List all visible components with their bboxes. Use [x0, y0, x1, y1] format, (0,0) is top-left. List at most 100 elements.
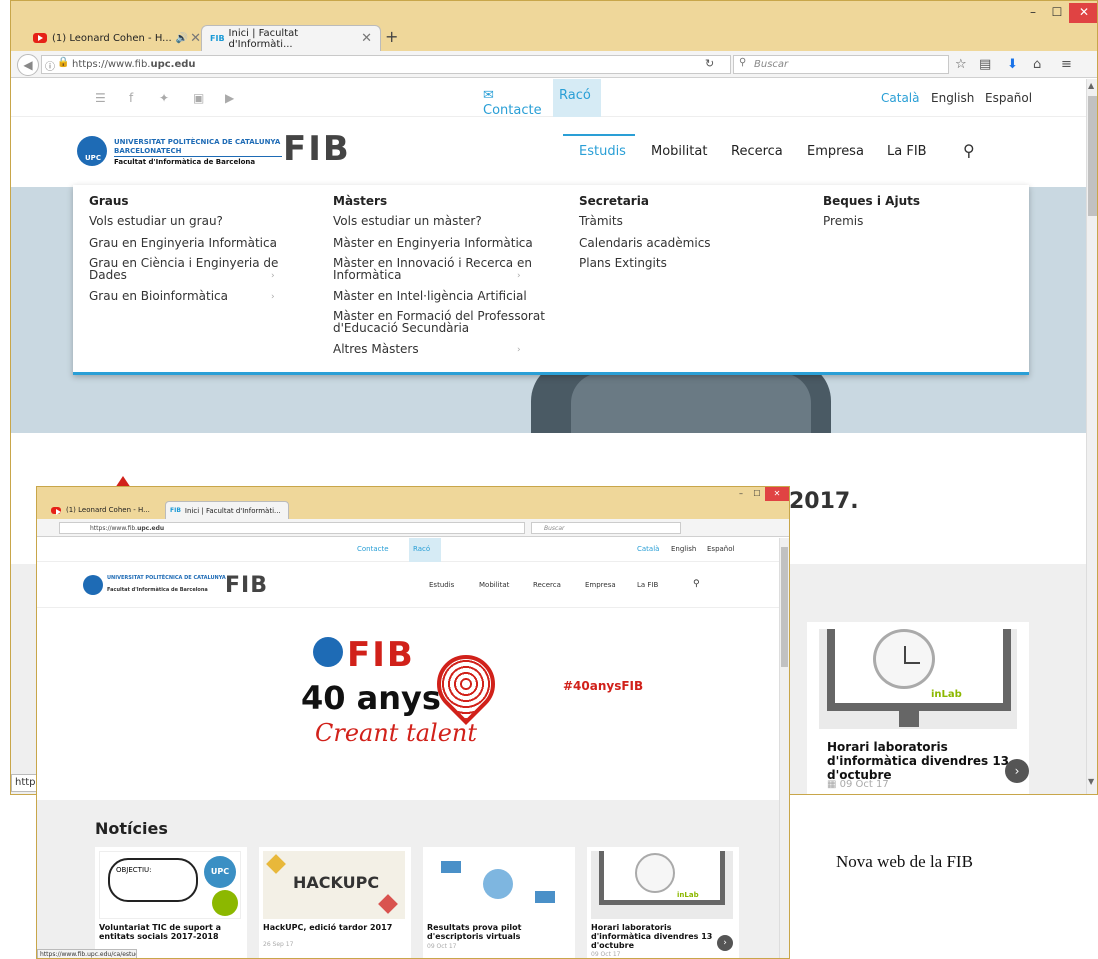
dd-item[interactable]: Màster en Enginyeria Informàtica: [333, 237, 533, 249]
clipboard-icon[interactable]: ▤: [979, 57, 991, 72]
lang-espanol[interactable]: Español: [985, 91, 1032, 105]
instagram-icon[interactable]: ▣: [193, 91, 204, 105]
news-card[interactable]: OBJECTIU: UPC Voluntariat TIC de suport …: [95, 847, 247, 958]
nav-la-fib[interactable]: La FIB: [637, 581, 658, 589]
hackupc-logo: HACKUPC: [293, 873, 380, 892]
dd-item[interactable]: Premis: [823, 215, 863, 227]
dd-item[interactable]: Tràmits: [579, 215, 623, 227]
dd-item[interactable]: Altres Màsters: [333, 343, 419, 355]
dd-item-cont[interactable]: d'Educació Secundària: [333, 322, 469, 334]
upc-name: UNIVERSITAT POLITÈCNICA DE CATALUNYA: [114, 138, 281, 146]
upc-logo[interactable]: [83, 575, 103, 595]
search-input[interactable]: Buscar: [733, 55, 949, 74]
dd-item[interactable]: Grau en Bioinformàtica: [89, 290, 228, 302]
search-icon[interactable]: ⚲: [963, 141, 975, 160]
chevron-up-icon[interactable]: ▲: [1088, 81, 1094, 90]
upc-logo[interactable]: UPC: [77, 136, 107, 166]
download-icon[interactable]: ⬇: [1007, 57, 1018, 72]
news-title[interactable]: Horari laboratoris d'informàtica divendr…: [591, 923, 731, 950]
contacte-link[interactable]: Contacte: [357, 545, 389, 553]
nav-la-fib[interactable]: La FIB: [887, 144, 927, 159]
hashtag: #40anysFIB: [563, 679, 644, 693]
nav-recerca[interactable]: Recerca: [533, 581, 561, 589]
tab-fib[interactable]: FIB Inici | Facultat d'Informàti... ✕: [201, 25, 381, 51]
dd-item-cont[interactable]: Dades: [89, 269, 127, 281]
scrollbar-thumb[interactable]: [1088, 96, 1097, 216]
close-icon[interactable]: ✕: [361, 31, 372, 46]
chevron-right-icon[interactable]: ›: [717, 935, 733, 951]
upc-badge: UPC: [204, 856, 236, 888]
new-tab-button[interactable]: +: [385, 27, 398, 46]
url-bar[interactable]: https://www.fib.upc.edu: [41, 55, 731, 74]
fib-logo[interactable]: FIB: [225, 573, 268, 598]
search-icon[interactable]: ⚲: [693, 579, 700, 589]
tab-youtube[interactable]: (1) Leonard Cohen - H...: [47, 501, 167, 519]
raco-link[interactable]: Racó: [553, 79, 601, 117]
news-date: 09 Oct 17: [591, 951, 621, 958]
news-image: [427, 851, 569, 919]
dd-item[interactable]: Vols estudiar un màster?: [333, 215, 482, 227]
maximize-button[interactable]: ☐: [1045, 3, 1069, 23]
window-close-button[interactable]: ✕: [1069, 3, 1097, 23]
chevron-down-icon[interactable]: ▼: [1088, 777, 1094, 786]
maximize-button[interactable]: ☐: [749, 487, 765, 501]
news-card[interactable]: Resultats prova pilot d'escriptoris virt…: [423, 847, 575, 958]
back-button[interactable]: ◀: [17, 54, 39, 76]
menu-icon[interactable]: ≡: [1061, 57, 1072, 72]
news-title[interactable]: Voluntariat TIC de suport a entitats soc…: [99, 923, 239, 941]
home-icon[interactable]: ⌂: [1033, 57, 1041, 72]
nav-estudis[interactable]: Estudis: [429, 581, 454, 589]
star-icon[interactable]: ☆: [955, 57, 967, 72]
chevron-right-icon: ›: [517, 345, 521, 355]
minimize-button[interactable]: –: [733, 487, 749, 501]
dd-item[interactable]: Màster en Intel·ligència Artificial: [333, 290, 527, 302]
dd-item[interactable]: Grau en Enginyeria Informàtica: [89, 237, 277, 249]
contacte-link[interactable]: ✉ Contacte: [483, 88, 553, 118]
speaker-icon[interactable]: 🔊: [176, 33, 188, 44]
reload-icon[interactable]: ↻: [705, 57, 714, 70]
url-bar[interactable]: https://www.fib.upc.edu: [59, 522, 525, 534]
nav-mobilitat[interactable]: Mobilitat: [651, 144, 707, 159]
node-icon: [441, 861, 461, 873]
nav-recerca[interactable]: Recerca: [731, 144, 783, 159]
dd-item[interactable]: Calendaris acadèmics: [579, 237, 711, 249]
rss-icon[interactable]: ☰: [95, 91, 106, 105]
info-icon[interactable]: ⓘ: [45, 58, 55, 73]
fib-logo[interactable]: FIB: [283, 129, 351, 169]
youtube-social-icon[interactable]: ▶: [225, 91, 234, 105]
green-badge: [212, 890, 238, 916]
scrollbar-thumb[interactable]: [781, 547, 788, 667]
news-title[interactable]: HackUPC, edició tardor 2017: [263, 923, 403, 932]
news-image: OBJECTIU: UPC: [99, 851, 241, 919]
search-input[interactable]: Buscar: [531, 522, 681, 534]
nav-empresa[interactable]: Empresa: [585, 581, 616, 589]
nav-mobilitat[interactable]: Mobilitat: [479, 581, 509, 589]
chevron-right-icon[interactable]: ›: [1005, 759, 1029, 783]
lang-espanol[interactable]: Español: [707, 545, 734, 553]
inlab-logo: inLab: [677, 891, 699, 899]
tab-youtube[interactable]: (1) Leonard Cohen - H... 🔊 ✕: [25, 25, 209, 51]
news-title[interactable]: Resultats prova pilot d'escriptoris virt…: [427, 923, 567, 941]
facebook-icon[interactable]: f: [129, 91, 133, 105]
lang-catala[interactable]: Català: [637, 545, 659, 553]
tab-fib[interactable]: FIB Inici | Facultat d'Informàti...: [165, 501, 289, 519]
close-icon[interactable]: ✕: [190, 31, 201, 46]
nav-estudis[interactable]: Estudis: [579, 144, 626, 159]
raco-link[interactable]: Racó: [409, 538, 441, 562]
dd-item-cont[interactable]: Informàtica: [333, 269, 401, 281]
minimize-button[interactable]: –: [1021, 3, 1045, 23]
fib-logo: FIB: [347, 635, 415, 675]
lang-catala[interactable]: Català: [881, 91, 919, 105]
window-close-button[interactable]: ✕: [765, 487, 789, 501]
news-title[interactable]: Horari laboratoris d'informàtica divendr…: [827, 740, 1023, 782]
clock-icon: [873, 629, 935, 689]
fib-favicon-icon: FIB: [170, 507, 181, 514]
lang-english[interactable]: English: [931, 91, 974, 105]
nav-empresa[interactable]: Empresa: [807, 144, 864, 159]
lang-english[interactable]: English: [671, 545, 696, 553]
dd-item[interactable]: Vols estudiar un grau?: [89, 215, 223, 227]
news-card[interactable]: inLab Horari laboratoris d'informàtica d…: [587, 847, 739, 958]
dd-item[interactable]: Plans Extingits: [579, 257, 667, 269]
twitter-icon[interactable]: ✦: [159, 91, 169, 105]
news-card[interactable]: HACKUPC HackUPC, edició tardor 2017 26 S…: [259, 847, 411, 958]
